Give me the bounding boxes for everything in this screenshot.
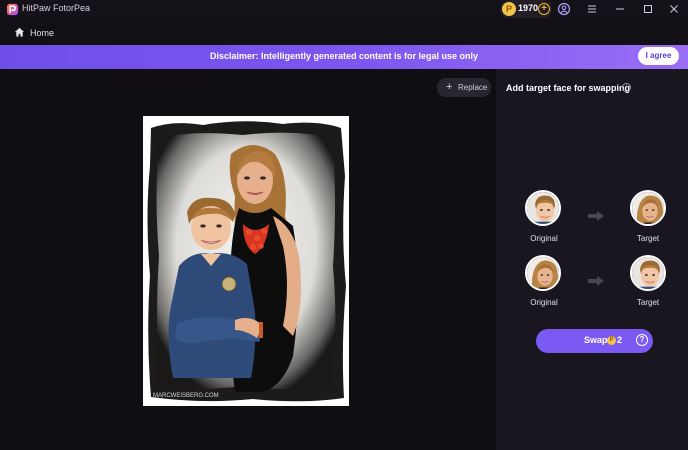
home-link[interactable]: Home (30, 28, 54, 38)
minimize-icon[interactable] (613, 2, 627, 16)
arrow-right-icon (588, 211, 604, 221)
plus-icon: + (446, 81, 453, 93)
original-label-2: Original (530, 298, 558, 307)
original-face-2[interactable] (525, 255, 561, 291)
home-icon[interactable] (14, 27, 25, 37)
app-logo-icon (6, 3, 19, 16)
target-label-1: Target (636, 234, 660, 243)
photo-watermark: MARCWEISBERG.COM (153, 393, 219, 399)
menu-icon[interactable] (585, 2, 599, 16)
disclaimer-text: Disclaimer: Intelligently generated cont… (209, 51, 479, 61)
coin-icon: P (607, 336, 616, 345)
photo-artwork: MARCWEISBERG.COM (143, 116, 349, 406)
replace-label: Replace (458, 83, 488, 92)
info-icon[interactable]: i (622, 83, 631, 92)
add-coins-icon[interactable]: + (538, 3, 550, 15)
original-label-1: Original (530, 234, 558, 243)
target-face-2[interactable] (630, 255, 666, 291)
agree-button[interactable]: I agree (638, 47, 679, 65)
arrow-right-icon (588, 276, 604, 286)
close-icon[interactable] (667, 2, 681, 16)
help-icon[interactable]: ? (636, 334, 648, 346)
coin-icon: P (502, 2, 516, 16)
app-title: HitPaw FotorPea (22, 3, 91, 13)
maximize-icon[interactable] (641, 2, 655, 16)
target-face-1[interactable] (630, 190, 666, 226)
coin-count: 1970 (518, 3, 539, 13)
original-face-1[interactable] (525, 190, 561, 226)
nav-bar (0, 19, 688, 45)
uploaded-photo: MARCWEISBERG.COM (143, 116, 349, 406)
target-label-2: Target (636, 298, 660, 307)
swap-label: Swap (584, 335, 608, 345)
replace-button[interactable]: + Replace (437, 78, 491, 97)
account-icon[interactable] (557, 2, 571, 16)
panel-title: Add target face for swapping (506, 83, 631, 93)
swap-cost: 2 (617, 335, 623, 345)
